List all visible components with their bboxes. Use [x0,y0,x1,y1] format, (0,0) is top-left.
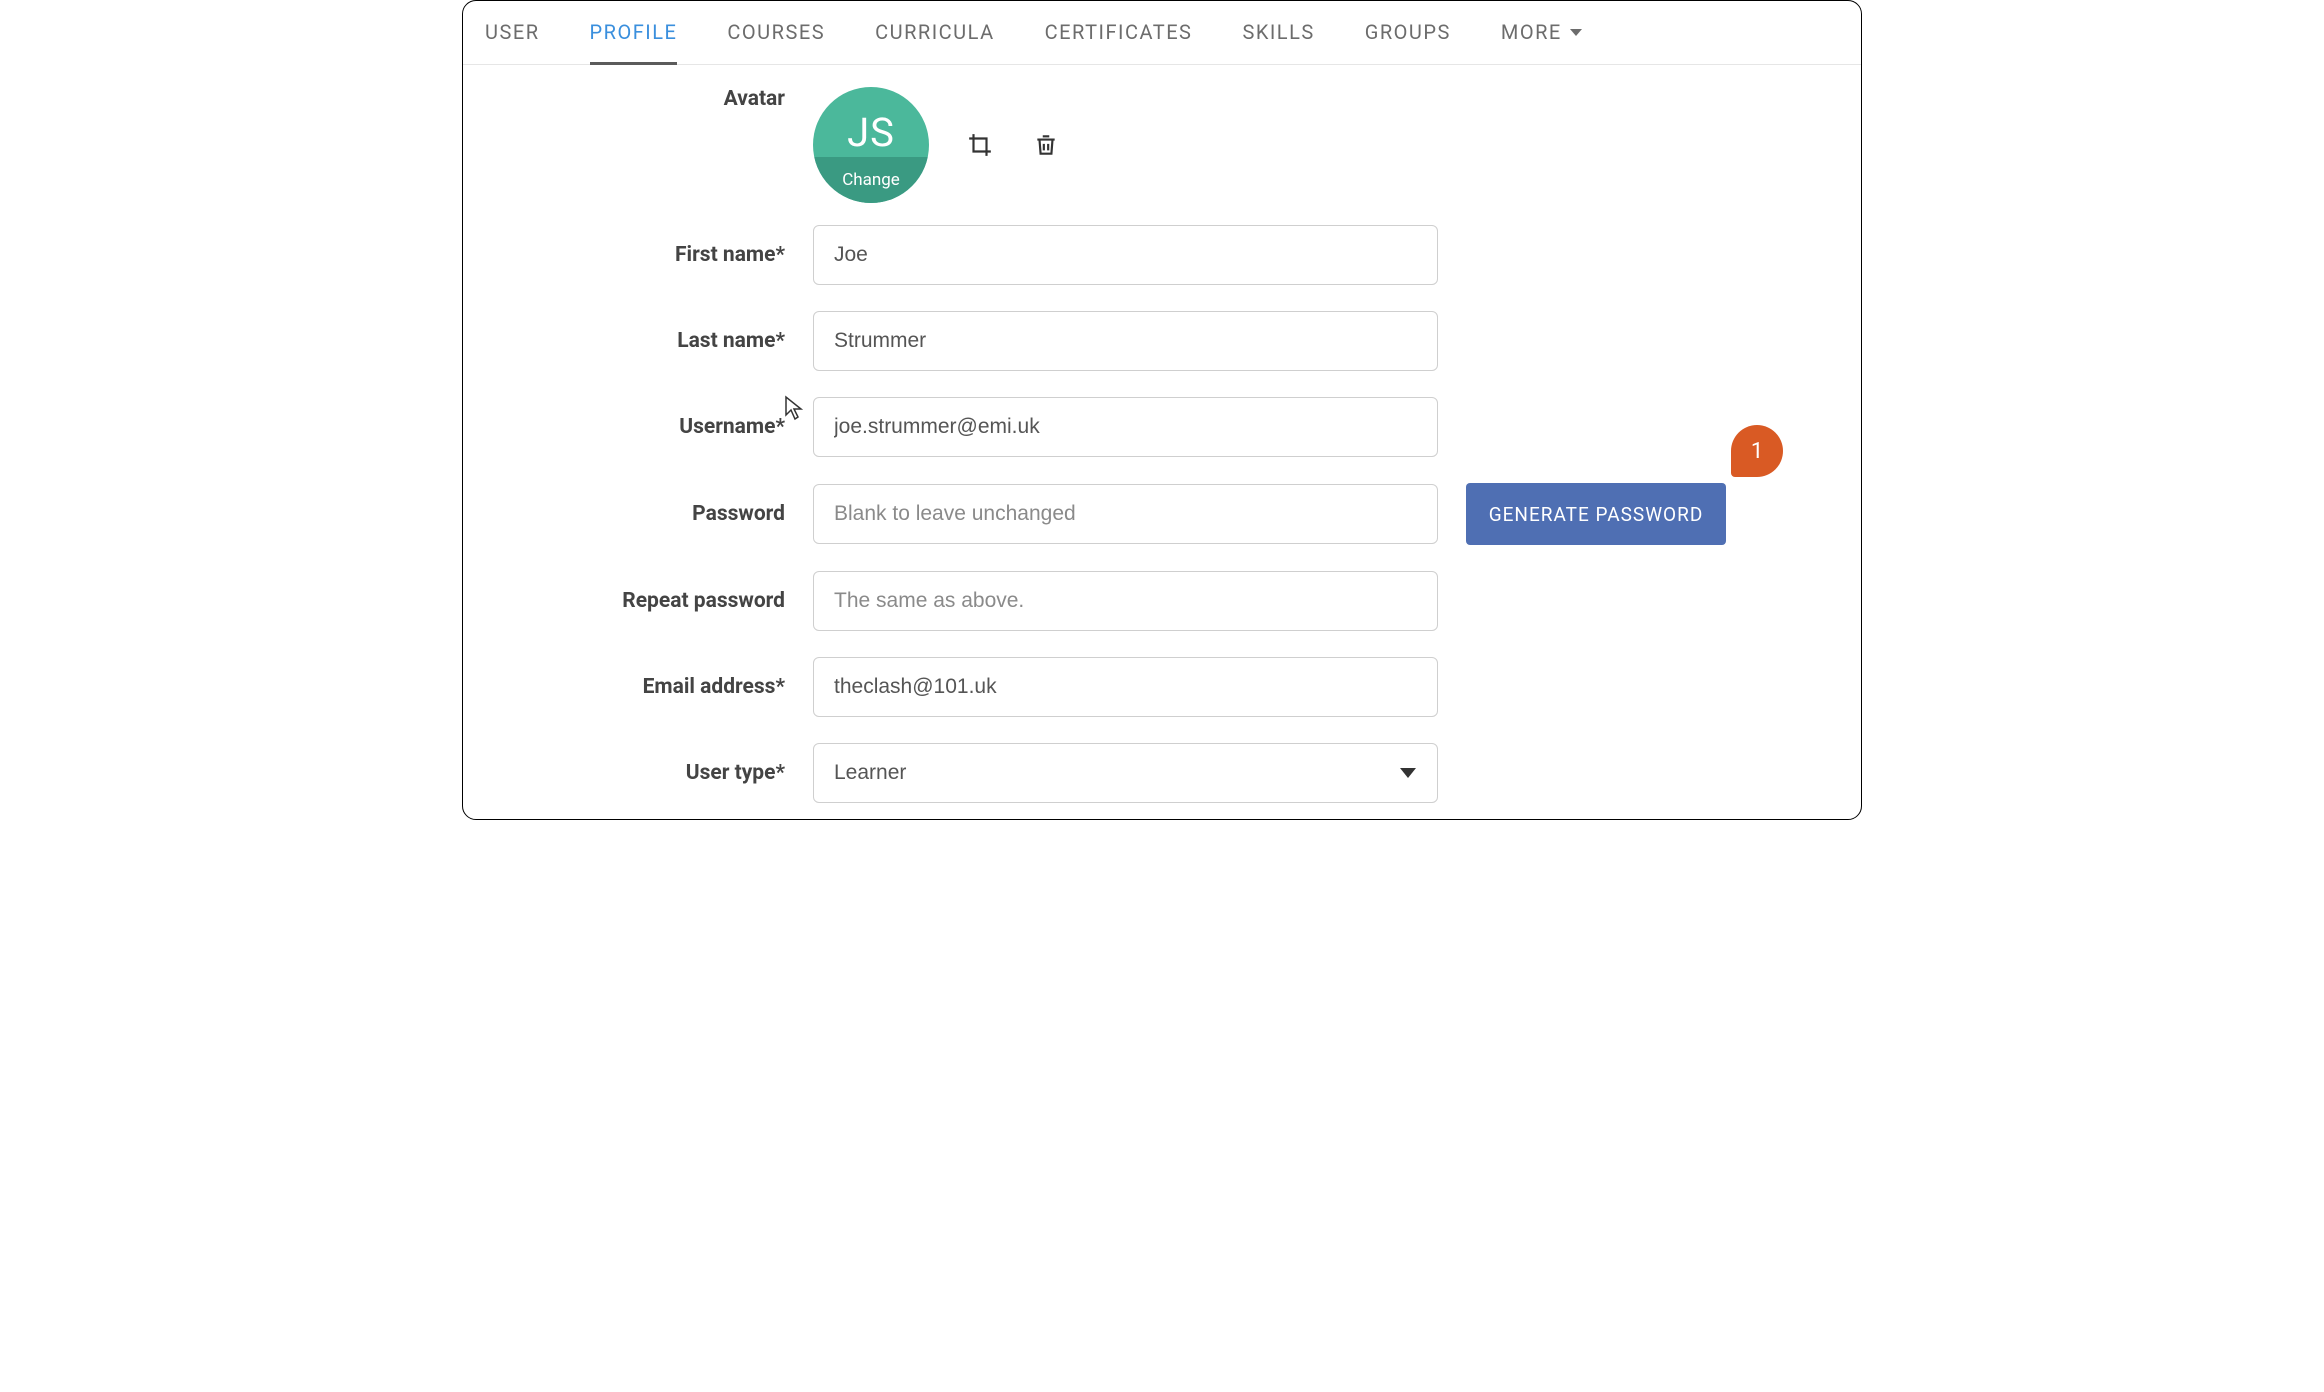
tab-courses[interactable]: COURSES [727,0,825,65]
user-type-select[interactable] [813,743,1438,803]
avatar-change-label: Change [813,157,929,203]
tab-user[interactable]: USER [485,0,540,65]
avatar-label: Avatar [485,87,785,111]
trash-icon[interactable] [1031,130,1061,160]
tab-groups[interactable]: GROUPS [1365,0,1451,65]
first-name-label: First name* [485,243,785,267]
crop-icon[interactable] [965,130,995,160]
generate-password-button[interactable]: GENERATE PASSWORD [1466,483,1726,545]
repeat-password-input[interactable] [813,571,1438,631]
avatar-initials: JS [847,109,895,156]
tab-skills[interactable]: SKILLS [1242,0,1314,65]
tab-profile[interactable]: PROFILE [590,0,678,65]
tab-certificates[interactable]: CERTIFICATES [1045,0,1193,65]
username-label: Username* [485,415,785,439]
email-label: Email address* [485,675,785,699]
tab-more-label: MORE [1501,20,1562,44]
last-name-label: Last name* [485,329,785,353]
tab-more[interactable]: MORE [1501,0,1582,65]
profile-edit-window: USER PROFILE COURSES CURRICULA CERTIFICA… [462,0,1862,820]
chevron-down-icon [1570,29,1582,36]
password-label: Password [485,502,785,526]
avatar[interactable]: JS Change [813,87,929,203]
annotation-marker-1: 1 [1731,425,1783,477]
first-name-input[interactable] [813,225,1438,285]
profile-form: Avatar JS Change [463,65,1861,803]
tab-curricula[interactable]: CURRICULA [875,0,995,65]
password-input[interactable] [813,484,1438,544]
username-input[interactable] [813,397,1438,457]
last-name-input[interactable] [813,311,1438,371]
email-input[interactable] [813,657,1438,717]
annotation-marker-label: 1 [1751,439,1763,464]
repeat-password-label: Repeat password [485,589,785,613]
user-type-label: User type* [485,761,785,785]
tabs-bar: USER PROFILE COURSES CURRICULA CERTIFICA… [463,1,1861,65]
